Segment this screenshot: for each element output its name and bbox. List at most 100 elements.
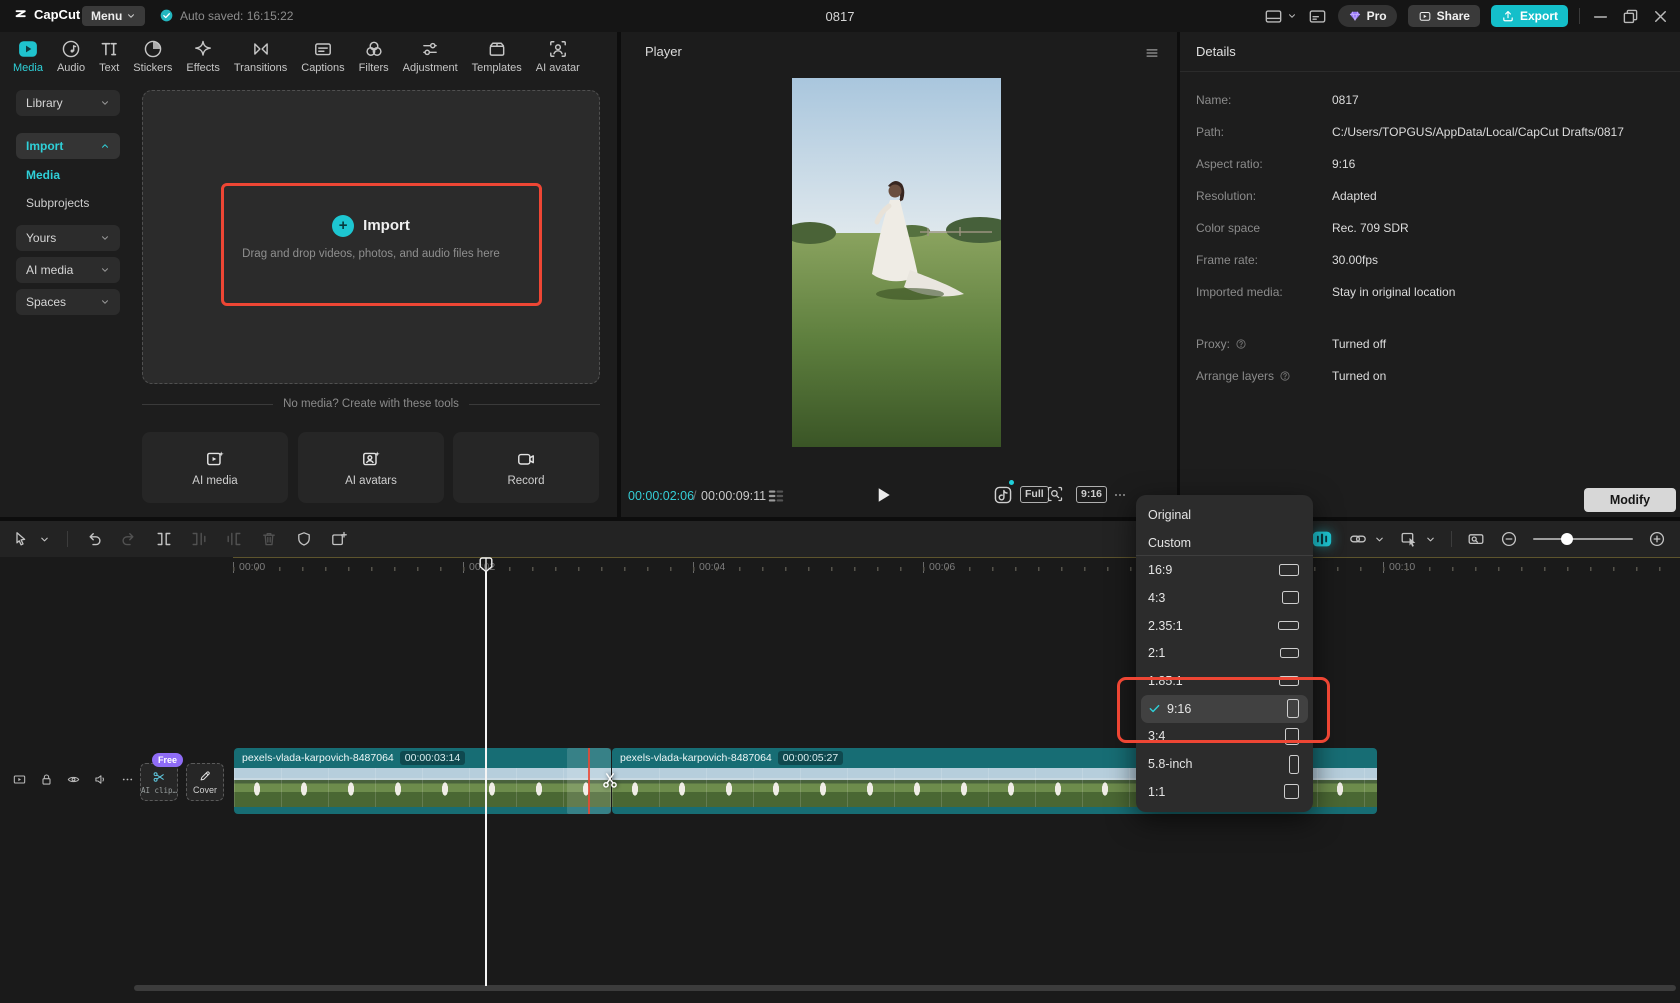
toolbar-item[interactable] xyxy=(1451,531,1452,547)
notes-panel-icon[interactable] xyxy=(1308,7,1327,26)
pro-button[interactable]: Pro xyxy=(1337,5,1397,27)
toolbar-item[interactable] xyxy=(330,530,348,548)
toolbar-item[interactable] xyxy=(155,530,173,548)
tab[interactable]: Captions xyxy=(294,32,351,80)
help-icon[interactable] xyxy=(1235,338,1247,350)
track-video-icon[interactable] xyxy=(12,772,27,787)
cover-button[interactable]: Cover xyxy=(186,763,224,801)
zoom-in-icon[interactable] xyxy=(1648,530,1666,548)
split-icon[interactable] xyxy=(155,530,173,548)
menu-item[interactable]: Original xyxy=(1136,501,1313,529)
menu-item[interactable]: 2:1 xyxy=(1136,639,1313,667)
menu-item[interactable]: 16:9 xyxy=(1136,556,1313,584)
chevron-down-icon[interactable] xyxy=(1425,534,1436,545)
tab[interactable]: Adjustment xyxy=(396,32,465,80)
modify-button[interactable]: Modify xyxy=(1584,488,1676,512)
menu-item[interactable]: 3:4 xyxy=(1136,723,1313,751)
toolbar-item[interactable] xyxy=(1349,530,1367,548)
toolbar-item[interactable] xyxy=(260,530,278,548)
sidebar-item[interactable]: Spaces xyxy=(16,289,120,315)
menu-item[interactable]: 1.85:1 xyxy=(1136,667,1313,695)
toolbar-item[interactable] xyxy=(295,530,313,548)
chevron-down-icon[interactable] xyxy=(1287,11,1297,21)
undo-icon[interactable] xyxy=(85,530,103,548)
sidebar-item[interactable]: Subprojects xyxy=(16,193,120,213)
aspect-ratio-button[interactable]: 9:16 xyxy=(1076,486,1108,503)
zoom-out-icon[interactable] xyxy=(1500,530,1518,548)
timeline-clip[interactable]: pexels-vlada-karpovich-8487064 00:00:03:… xyxy=(234,748,611,814)
tool-card[interactable]: AI avatars xyxy=(298,432,444,503)
redo-icon[interactable] xyxy=(120,530,138,548)
menu-item[interactable]: 2.35:1 xyxy=(1136,612,1313,640)
tab[interactable]: Filters xyxy=(352,32,396,80)
tool-card[interactable]: Record xyxy=(453,432,599,503)
tab[interactable]: Media xyxy=(6,32,50,80)
toolbar-item[interactable] xyxy=(1376,534,1385,545)
toolbar-item[interactable] xyxy=(67,531,68,547)
snap-icon[interactable] xyxy=(1310,528,1334,550)
tab[interactable]: Audio xyxy=(50,32,92,80)
toolbar-item[interactable] xyxy=(1400,530,1418,548)
menu-item[interactable]: 5.8-inch xyxy=(1136,750,1313,778)
sidebar-item[interactable]: Yours xyxy=(16,225,120,251)
toolbar-item[interactable] xyxy=(120,530,138,548)
player-options-icon[interactable] xyxy=(1144,45,1160,61)
toolbar-item[interactable] xyxy=(85,530,103,548)
ai-clip-button[interactable]: AI clip… xyxy=(140,763,178,801)
import-dropzone[interactable]: + Import Drag and drop videos, photos, a… xyxy=(142,90,600,384)
sidebar-item[interactable]: Media xyxy=(16,165,120,185)
tab[interactable]: Transitions xyxy=(227,32,294,80)
menu-item[interactable]: 9:16 xyxy=(1141,694,1308,723)
sidebar-item[interactable]: AI media xyxy=(16,257,120,283)
search-frame-icon[interactable] xyxy=(1046,485,1064,503)
toolbar-item[interactable] xyxy=(225,530,243,548)
zoom-slider-thumb[interactable] xyxy=(1561,533,1573,545)
tab[interactable]: AI avatar xyxy=(529,32,587,80)
split-right-icon[interactable] xyxy=(225,530,243,548)
menu-item[interactable]: 4:3 xyxy=(1136,584,1313,612)
sidebar-item[interactable]: Library xyxy=(16,90,120,116)
tool-card[interactable]: AI media xyxy=(142,432,288,503)
menu-item[interactable]: 1:1 xyxy=(1136,778,1313,806)
tab[interactable]: Text xyxy=(92,32,126,80)
restore-window-icon[interactable] xyxy=(1621,7,1640,26)
trash-icon[interactable] xyxy=(260,530,278,548)
select-icon[interactable] xyxy=(12,530,30,548)
sidebar-item[interactable]: Import xyxy=(16,133,120,159)
split-left-icon[interactable] xyxy=(190,530,208,548)
toolbar-item[interactable] xyxy=(190,530,208,548)
help-icon[interactable] xyxy=(1279,370,1291,382)
axis-icon[interactable] xyxy=(1467,530,1485,548)
lock-icon[interactable] xyxy=(39,772,54,787)
mirror-grid-icon[interactable] xyxy=(766,486,786,506)
tab[interactable]: Stickers xyxy=(126,32,179,80)
more-dots-icon[interactable] xyxy=(1112,487,1128,503)
play-button[interactable] xyxy=(872,484,894,506)
full-quality-button[interactable]: Full xyxy=(1020,486,1049,503)
playhead-handle[interactable] xyxy=(479,557,493,573)
link-icon[interactable] xyxy=(1349,530,1367,548)
overwrite-icon[interactable] xyxy=(330,530,348,548)
minimize-icon[interactable] xyxy=(1591,7,1610,26)
share-button[interactable]: Share xyxy=(1407,5,1480,27)
menu-item[interactable]: Custom xyxy=(1136,529,1313,557)
close-icon[interactable] xyxy=(1651,7,1670,26)
mask-icon[interactable] xyxy=(295,530,313,548)
toolbar-item[interactable] xyxy=(1467,530,1485,548)
tiktok-icon[interactable] xyxy=(993,485,1013,505)
horizontal-scrollbar[interactable] xyxy=(134,985,1676,991)
layout-panels-icon[interactable] xyxy=(1264,7,1283,26)
timeline-zoom-slider[interactable] xyxy=(1533,533,1633,545)
toolbar-item[interactable] xyxy=(1500,530,1518,548)
autoselect-icon[interactable] xyxy=(1400,530,1418,548)
tab[interactable]: Templates xyxy=(465,32,529,80)
toolbar-item[interactable] xyxy=(12,530,30,548)
playhead-line[interactable] xyxy=(485,558,487,986)
timeline-ruler[interactable]: 00:00 00:02 00:04 00:06 00:08 00:10 xyxy=(0,558,1680,578)
more-dots-icon[interactable] xyxy=(120,772,135,787)
speaker-icon[interactable] xyxy=(93,772,108,787)
chevron-down-icon[interactable] xyxy=(1374,534,1385,545)
chevron-down-icon[interactable] xyxy=(39,534,50,545)
toolbar-item[interactable] xyxy=(1310,528,1334,550)
toolbar-item[interactable] xyxy=(41,534,50,545)
